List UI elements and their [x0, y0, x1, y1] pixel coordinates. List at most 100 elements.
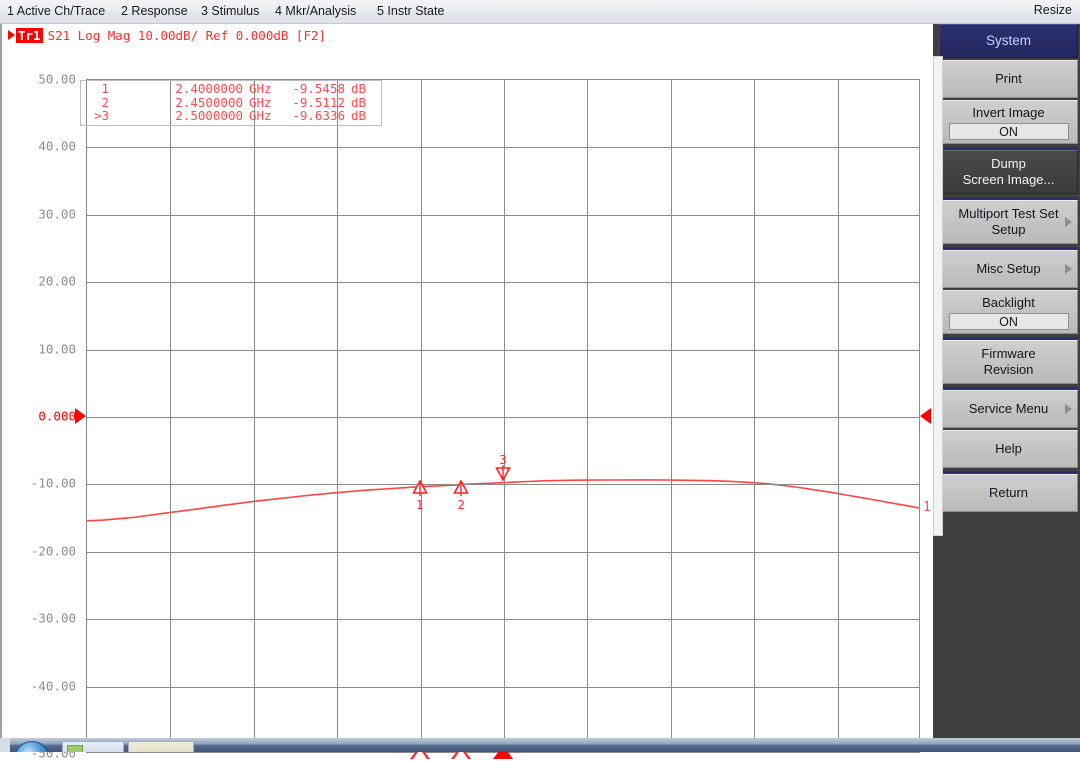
menu-item-stimulus[interactable]: 3 Stimulus	[198, 3, 262, 19]
softkey-label: Firmware Revision	[981, 346, 1036, 377]
trace-number-label: 1	[923, 500, 931, 516]
y-axis-tick-label: 40.00	[38, 138, 76, 154]
marker-number-label: 3	[499, 452, 507, 467]
marker-freq-unit: GHz	[249, 108, 272, 123]
marker-id: 1	[101, 81, 109, 96]
softkey-label: Multiport Test Set Setup	[958, 206, 1059, 237]
softkey-menu: System Print Invert Image ON Dump Screen Imag…	[933, 24, 1080, 738]
softkey-label: Backlight	[982, 294, 1035, 310]
softkey-help[interactable]: Help	[939, 430, 1078, 468]
grid-line-vertical	[504, 80, 505, 752]
softkey-multiport-test-set-setup[interactable]: Multiport Test Set Setup	[939, 197, 1078, 244]
softkey-label: Dump Screen Image...	[962, 156, 1055, 187]
softkey-scrollbar[interactable]	[933, 56, 943, 536]
chevron-right-icon	[1065, 404, 1072, 414]
reference-marker-right-icon[interactable]	[920, 408, 931, 424]
taskbar-item[interactable]	[128, 741, 194, 752]
marker-level-unit: dB	[351, 108, 367, 123]
softkey-label: Return	[988, 485, 1029, 500]
taskbar-left-edge	[0, 738, 10, 752]
menu-item-instr-state[interactable]: 5 Instr State	[374, 3, 447, 19]
trace-format-text: S21 Log Mag 10.00dB/ Ref 0.000dB [F2]	[47, 27, 327, 43]
grid-line-horizontal	[87, 687, 919, 688]
grid-line-horizontal	[87, 215, 919, 216]
y-axis-tick-label: -10.00	[30, 475, 76, 491]
grid-line-horizontal	[87, 350, 919, 351]
marker-row[interactable]: 1 2.4000000 GHz -9.5458 dB	[85, 82, 377, 96]
y-axis-tick-label: 20.00	[38, 273, 76, 289]
marker-readout-table[interactable]: 1 2.4000000 GHz -9.5458 dB 2 2.4500000 G…	[80, 80, 382, 126]
softkey-label: Service Menu	[968, 401, 1049, 416]
menu-item-mkr-analysis[interactable]: 4 Mkr/Analysis	[272, 3, 359, 19]
marker-level-unit: dB	[351, 81, 367, 96]
softkey-title-label: System	[985, 33, 1031, 48]
softkey-label: Misc Setup	[976, 261, 1041, 276]
y-axis-tick-label: -20.00	[30, 543, 76, 559]
grid-line-horizontal	[87, 282, 919, 283]
y-axis-labels: 50.00 40.00 30.00 20.00 10.00 0.000 -10.00 -20.…	[2, 24, 82, 761]
softkey-value[interactable]: ON	[948, 122, 1069, 140]
marker-row[interactable]: >3 2.5000000 GHz -9.6336 dB	[85, 109, 377, 123]
softkey-label: Help	[995, 441, 1022, 456]
grid-line-vertical	[170, 80, 171, 752]
grid-line-vertical	[421, 80, 422, 752]
taskbar-item[interactable]	[62, 741, 124, 752]
resize-button[interactable]: Resize	[1034, 3, 1072, 17]
y-axis-tick-label: -30.00	[30, 610, 76, 626]
y-axis-tick-label: 50.00	[38, 71, 76, 87]
softkey-service-menu[interactable]: Service Menu	[939, 387, 1078, 428]
marker-number-label: 1	[415, 498, 424, 513]
chevron-right-icon	[1065, 217, 1072, 227]
vna-screen: 1 Active Ch/Trace 2 Response 3 Stimulus …	[0, 0, 1080, 761]
reference-marker-left-icon[interactable]	[75, 408, 86, 424]
softkey-invert-image[interactable]: Invert Image ON	[939, 100, 1078, 144]
analyzer-display: Tr1 S21 Log Mag 10.00dB/ Ref 0.000dB [F2…	[0, 24, 933, 761]
grid-line-horizontal	[87, 552, 919, 553]
y-axis-tick-label: 10.00	[38, 341, 76, 357]
graticule[interactable]	[86, 79, 920, 753]
grid-line-horizontal	[87, 147, 919, 148]
grid-line-vertical	[254, 80, 255, 752]
grid-line-horizontal	[87, 619, 919, 620]
trace-marker-3[interactable]: 3	[491, 453, 515, 509]
grid-line-vertical	[337, 80, 338, 752]
trace-marker-1[interactable]: 1	[408, 452, 432, 512]
menu-item-response[interactable]: 2 Response	[118, 3, 191, 19]
marker-row[interactable]: 2 2.4500000 GHz -9.5112 dB	[85, 94, 377, 110]
menu-bar: 1 Active Ch/Trace 2 Response 3 Stimulus …	[0, 0, 1080, 24]
marker-freq: 2.5000000	[175, 108, 243, 123]
trace-marker-2[interactable]: 2	[449, 452, 473, 512]
softkey-return[interactable]: Return	[939, 471, 1078, 512]
marker-id: 2	[101, 94, 109, 110]
softkey-misc-setup[interactable]: Misc Setup	[939, 247, 1078, 288]
y-axis-tick-label: 30.00	[38, 206, 76, 222]
marker-freq: 2.4000000	[175, 81, 243, 96]
chevron-right-icon	[1065, 264, 1072, 274]
marker-level: -9.6336	[292, 108, 345, 123]
grid-line-vertical	[838, 80, 839, 752]
menu-item-active-ch-trace[interactable]: 1 Active Ch/Trace	[4, 3, 108, 19]
y-axis-tick-label: 0.000	[38, 408, 76, 424]
y-axis-tick-label: -40.00	[30, 678, 76, 694]
grid-line-horizontal	[87, 417, 919, 418]
softkey-print[interactable]: Print	[939, 60, 1078, 98]
windows-taskbar[interactable]	[0, 738, 1080, 752]
start-orb-icon[interactable]	[14, 741, 50, 752]
marker-freq: 2.4500000	[175, 94, 243, 110]
marker-level: -9.5458	[292, 81, 345, 96]
grid-line-vertical	[587, 80, 588, 752]
softkey-dump-screen-image[interactable]: Dump Screen Image...	[939, 147, 1078, 194]
softkey-backlight[interactable]: Backlight ON	[939, 290, 1078, 334]
softkey-label: Invert Image	[972, 104, 1045, 120]
marker-freq-unit: GHz	[249, 94, 272, 110]
softkey-menu-title: System	[939, 24, 1078, 58]
marker-id: >3	[93, 108, 109, 123]
grid-line-vertical	[671, 80, 672, 752]
grid-line-vertical	[754, 80, 755, 752]
softkey-value[interactable]: ON	[948, 312, 1069, 330]
marker-freq-unit: GHz	[249, 81, 272, 96]
trace-plot	[86, 479, 920, 522]
softkey-firmware-revision[interactable]: Firmware Revision	[939, 337, 1078, 384]
marker-level: -9.5112	[292, 94, 345, 110]
marker-number-label: 2	[457, 498, 465, 513]
